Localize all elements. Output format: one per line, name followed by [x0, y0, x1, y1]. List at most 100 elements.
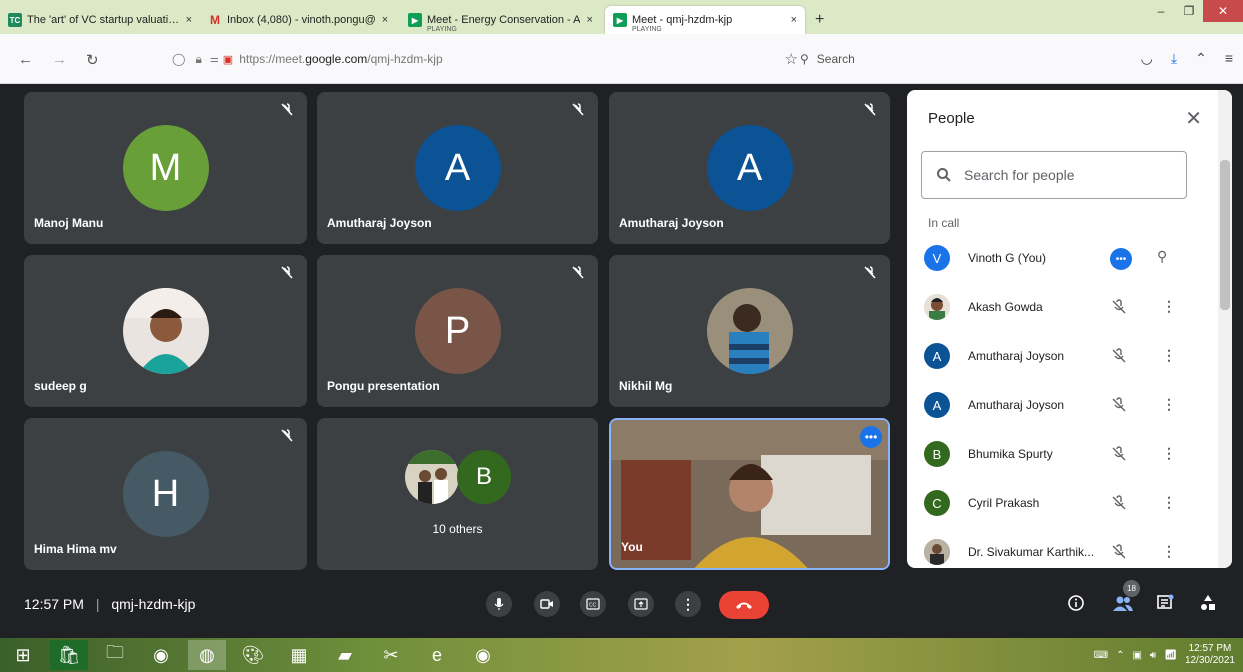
- back-icon[interactable]: ←: [18, 51, 33, 68]
- participant-tile[interactable]: A Amutharaj Joyson: [317, 92, 598, 244]
- close-tab-icon[interactable]: ×: [586, 14, 592, 26]
- maximize-icon[interactable]: ❐: [1175, 0, 1203, 22]
- participant-tile[interactable]: Nikhil Mg: [609, 255, 890, 407]
- scrollbar[interactable]: [1218, 90, 1232, 568]
- new-tab-button[interactable]: +: [805, 6, 834, 34]
- paint-icon[interactable]: 🎨︎: [234, 640, 272, 670]
- more-vert-icon[interactable]: ⋮: [1162, 445, 1176, 462]
- shield-icon[interactable]: ◯: [172, 52, 185, 66]
- download-icon[interactable]: ⤓: [1171, 50, 1177, 67]
- activities-icon[interactable]: [1199, 594, 1217, 617]
- browser-search-box[interactable]: ⚲ Search: [800, 46, 1100, 72]
- minimize-icon[interactable]: –: [1147, 0, 1175, 22]
- participant-name: Manoj Manu: [34, 216, 104, 230]
- captions-button[interactable]: CC: [580, 591, 606, 617]
- close-window-icon[interactable]: ✕: [1203, 0, 1243, 22]
- pin-icon[interactable]: ⚲: [1157, 248, 1167, 265]
- lock-icon[interactable]: 🔒︎: [195, 52, 201, 67]
- close-icon[interactable]: ✕: [1185, 106, 1202, 131]
- camera-button[interactable]: [534, 591, 560, 617]
- more-options-button[interactable]: ⋮: [675, 591, 701, 617]
- mic-off-icon: [864, 103, 876, 116]
- more-vert-icon[interactable]: ⋮: [1162, 543, 1176, 560]
- bookmark-star-icon[interactable]: ☆: [785, 50, 798, 68]
- volume-icon[interactable]: 🔊︎: [1150, 650, 1156, 661]
- people-list-item[interactable]: C Cyril Prakash ⋮: [924, 483, 1184, 523]
- participant-tile[interactable]: sudeep g: [24, 255, 307, 407]
- menu-icon[interactable]: ≡: [1225, 50, 1233, 67]
- os-taskbar: ⊞ 🛍︎ 🗀 ◉ ◍ 🎨︎ ▦ ▰ ✂ e ◉ ⌨ ⌃ ▣ 🔊︎ 📶︎ 12:5…: [0, 638, 1243, 672]
- more-vert-icon[interactable]: ⋮: [1162, 298, 1176, 315]
- mic-off-icon: [864, 266, 876, 279]
- chat-icon[interactable]: [1156, 594, 1174, 617]
- extensions-icon[interactable]: ⌃: [1195, 50, 1207, 67]
- chrome-profile-icon[interactable]: ◉: [464, 640, 502, 670]
- pocket-icon[interactable]: ◡: [1141, 50, 1153, 67]
- network-icon[interactable]: 📶︎: [1164, 650, 1177, 661]
- windows-start-icon[interactable]: ⊞: [4, 640, 42, 670]
- chrome-icon[interactable]: ◉: [142, 640, 180, 670]
- store-icon[interactable]: 🛍︎: [50, 640, 88, 670]
- people-list-item[interactable]: Akash Gowda ⋮: [924, 287, 1184, 327]
- snipping-tool-icon[interactable]: ✂: [372, 640, 410, 670]
- avatar: A: [924, 343, 950, 369]
- meeting-code: qmj-hzdm-kjp: [111, 596, 196, 612]
- avatar: A: [924, 392, 950, 418]
- more-options-icon[interactable]: •••: [1110, 248, 1132, 270]
- avatar: A: [414, 125, 501, 211]
- more-vert-icon[interactable]: ⋮: [1162, 347, 1176, 364]
- people-list-item[interactable]: Dr. Sivakumar Karthik... ⋮: [924, 532, 1184, 568]
- file-explorer-icon[interactable]: 🗀: [96, 640, 134, 670]
- forward-icon[interactable]: →: [52, 51, 67, 68]
- participant-tile[interactable]: A Amutharaj Joyson: [609, 92, 890, 244]
- tab-vc-valuation[interactable]: TC The 'art' of VC startup valuation ×: [0, 6, 200, 34]
- participant-name: Amutharaj Joyson: [619, 216, 724, 230]
- calculator-icon[interactable]: ▦: [280, 640, 318, 670]
- sticky-notes-icon[interactable]: ▰: [326, 640, 364, 670]
- reload-icon[interactable]: ↻: [86, 51, 99, 69]
- tab-inbox[interactable]: M Inbox (4,080) - vinoth.pongu@ ×: [200, 6, 400, 34]
- close-tab-icon[interactable]: ×: [382, 14, 388, 26]
- participant-tile[interactable]: M Manoj Manu: [24, 92, 307, 244]
- scrollbar-thumb[interactable]: [1220, 160, 1230, 310]
- meet-controls-bar: 12:57 PM | qmj-hzdm-kjp CC ⋮ 18: [0, 578, 1243, 638]
- self-view-tile[interactable]: ••• You: [609, 418, 890, 570]
- more-vert-icon[interactable]: ⋮: [1162, 396, 1176, 413]
- taskbar-clock[interactable]: 12:57 PM 12/30/2021: [1185, 643, 1235, 667]
- people-icon[interactable]: [1112, 594, 1134, 617]
- screen: TC The 'art' of VC startup valuation × M…: [0, 0, 1243, 672]
- section-label: In call: [928, 216, 960, 230]
- mic-off-icon: [1112, 299, 1126, 314]
- gmail-icon: M: [210, 13, 220, 27]
- present-button[interactable]: [628, 591, 654, 617]
- permissions-icon[interactable]: ⚌: [210, 54, 219, 65]
- keyboard-icon[interactable]: ⌨: [1094, 650, 1108, 661]
- url-bar[interactable]: ◯ 🔒︎ ⚌ ▣ https://meet. google.com/qmj-hzd…: [172, 46, 798, 72]
- avatar-photo: [122, 288, 209, 374]
- close-tab-icon[interactable]: ×: [791, 14, 797, 26]
- meeting-details-icon[interactable]: [1067, 594, 1085, 617]
- tab-meet-energy[interactable]: ▶ Meet - Energy Conservation - A PLAYING…: [400, 6, 605, 34]
- firefox-icon[interactable]: ◍: [188, 640, 226, 670]
- svg-text:CC: CC: [589, 603, 597, 609]
- internet-explorer-icon[interactable]: e: [418, 640, 456, 670]
- others-tile[interactable]: B 10 others: [317, 418, 598, 570]
- people-list-item[interactable]: A Amutharaj Joyson ⋮: [924, 336, 1184, 376]
- participant-tile[interactable]: P Pongu presentation: [317, 255, 598, 407]
- people-list-item[interactable]: V Vinoth G (You) ••• ⚲: [924, 238, 1184, 278]
- more-vert-icon[interactable]: ⋮: [1162, 494, 1176, 511]
- leave-call-button[interactable]: [719, 591, 769, 619]
- people-list-item[interactable]: A Amutharaj Joyson ⋮: [924, 385, 1184, 425]
- camera-sharing-icon[interactable]: ▣: [223, 53, 233, 66]
- avatar: B: [457, 450, 511, 504]
- tab-meet-active[interactable]: ▶ Meet - qmj-hzdm-kjp PLAYING ×: [605, 6, 805, 34]
- show-hidden-icons[interactable]: ⌃: [1116, 650, 1124, 661]
- participant-tile[interactable]: H Hima Hima mv: [24, 418, 307, 570]
- microphone-button[interactable]: [486, 591, 512, 617]
- more-options-icon[interactable]: •••: [860, 426, 882, 448]
- close-tab-icon[interactable]: ×: [186, 14, 192, 26]
- people-list-item[interactable]: B Bhumika Spurty ⋮: [924, 434, 1184, 474]
- avatar-photo: [706, 288, 793, 374]
- people-search-input[interactable]: Search for people: [921, 151, 1187, 199]
- meet-tray-icon[interactable]: ▣: [1132, 650, 1141, 661]
